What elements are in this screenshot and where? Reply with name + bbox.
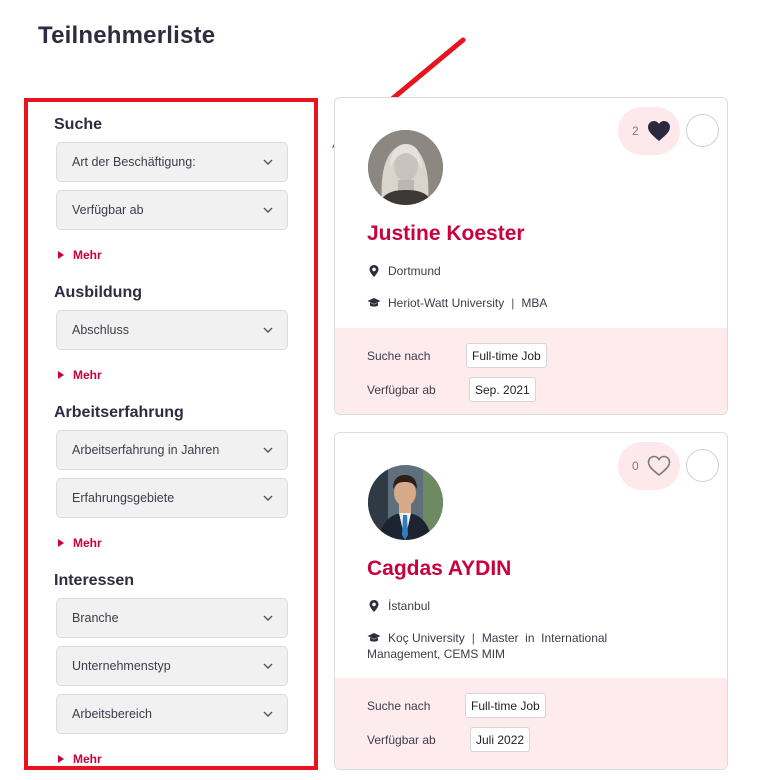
- more-label: Mehr: [73, 368, 102, 382]
- select-industry[interactable]: Branche: [56, 598, 288, 638]
- education-row: Heriot-Watt University | MBA: [367, 295, 547, 311]
- available-tag: Juli 2022: [470, 727, 531, 752]
- select-company-type[interactable]: Unternehmenstyp: [56, 646, 288, 686]
- chevron-down-icon: [263, 327, 273, 333]
- caret-right-icon: [58, 539, 64, 547]
- select-experience-areas[interactable]: Erfahrungsgebiete: [56, 478, 288, 518]
- chevron-down-icon: [263, 447, 273, 453]
- heart-filled-icon: [647, 121, 670, 141]
- university-text: Koç University: [388, 631, 465, 645]
- chevron-down-icon: [263, 159, 273, 165]
- select-label: Verfügbar ab: [72, 203, 144, 217]
- chevron-down-icon: [263, 615, 273, 621]
- select-label: Abschluss: [72, 323, 129, 337]
- select-checkbox[interactable]: [686, 449, 719, 482]
- like-count: 0: [632, 459, 639, 473]
- more-link-ausbildung[interactable]: Mehr: [58, 368, 102, 382]
- looking-for-tag: Full-time Job: [466, 343, 547, 368]
- looking-for-label: Suche nach: [367, 699, 431, 713]
- more-link-suche[interactable]: Mehr: [58, 248, 102, 262]
- degree-text: MBA: [521, 296, 548, 310]
- chevron-down-icon: [263, 711, 273, 717]
- more-label: Mehr: [73, 248, 102, 262]
- filter-sidebar: Suche Art der Beschäftigung: Verfügbar a…: [24, 98, 318, 770]
- more-label: Mehr: [73, 752, 102, 766]
- select-available-from[interactable]: Verfügbar ab: [56, 190, 288, 230]
- section-title-arbeitserfahrung: Arbeitserfahrung: [54, 404, 184, 421]
- select-degree[interactable]: Abschluss: [56, 310, 288, 350]
- location-row: Dortmund: [367, 263, 441, 279]
- select-label: Branche: [72, 611, 119, 625]
- participant-card[interactable]: 2 Justine Koester Dortmund Heriot-Watt U…: [334, 97, 728, 415]
- section-title-interessen: Interessen: [54, 572, 135, 589]
- avatar-portrait: [368, 130, 443, 205]
- location-pin-icon: [369, 600, 379, 612]
- location-row: İstanbul: [367, 598, 430, 614]
- available-label: Verfügbar ab: [367, 383, 436, 397]
- like-button[interactable]: 0: [618, 442, 680, 490]
- graduation-cap-icon: [367, 298, 381, 307]
- select-label: Arbeitserfahrung in Jahren: [72, 443, 220, 457]
- separator: |: [511, 296, 515, 310]
- avatar-portrait: [368, 465, 443, 540]
- select-label: Arbeitsbereich: [72, 707, 152, 721]
- degree-text: Master in International: [481, 631, 608, 645]
- job-preferences: Suche nach Full-time Job Verfügbar ab Ju…: [335, 678, 727, 769]
- location-text: Dortmund: [388, 264, 441, 278]
- more-link-arbeitserfahrung[interactable]: Mehr: [58, 536, 102, 550]
- job-preferences: Suche nach Full-time Job Verfügbar ab Se…: [335, 328, 727, 414]
- avatar: [368, 130, 443, 205]
- looking-for-label: Suche nach: [367, 349, 431, 363]
- degree-text-continued: Management, CEMS MIM: [367, 647, 506, 661]
- select-experience-years[interactable]: Arbeitserfahrung in Jahren: [56, 430, 288, 470]
- caret-right-icon: [58, 755, 64, 763]
- graduation-cap-icon: [367, 633, 381, 642]
- more-link-interessen[interactable]: Mehr: [58, 752, 102, 766]
- heart-outline-icon: [647, 455, 670, 477]
- separator: |: [471, 631, 475, 645]
- education-row: Koç University | Master in International: [367, 630, 707, 646]
- university-text: Heriot-Watt University: [388, 296, 505, 310]
- available-label: Verfügbar ab: [367, 733, 436, 747]
- participant-name[interactable]: Cagdas AYDIN: [367, 557, 511, 581]
- chevron-down-icon: [263, 495, 273, 501]
- education-row-continued: Management, CEMS MIM: [367, 646, 505, 662]
- section-title-suche: Suche: [54, 116, 103, 133]
- page-title: Teilnehmerliste: [38, 22, 216, 49]
- looking-for-tag: Full-time Job: [465, 693, 546, 718]
- like-count: 2: [632, 124, 639, 138]
- select-employment-type[interactable]: Art der Beschäftigung:: [56, 142, 288, 182]
- like-button[interactable]: 2: [618, 107, 680, 155]
- location-pin-icon: [369, 265, 379, 277]
- section-title-ausbildung: Ausbildung: [54, 284, 142, 301]
- location-text: İstanbul: [388, 599, 431, 613]
- select-label: Unternehmenstyp: [72, 659, 171, 673]
- caret-right-icon: [58, 371, 64, 379]
- chevron-down-icon: [263, 663, 273, 669]
- select-checkbox[interactable]: [686, 114, 719, 147]
- participant-card[interactable]: 0 Cagdas AYDIN İstanbul Koç University |…: [334, 432, 728, 770]
- select-label: Art der Beschäftigung:: [72, 155, 196, 169]
- caret-right-icon: [58, 251, 64, 259]
- participant-name[interactable]: Justine Koester: [367, 222, 525, 246]
- chevron-down-icon: [263, 207, 273, 213]
- select-work-area[interactable]: Arbeitsbereich: [56, 694, 288, 734]
- select-label: Erfahrungsgebiete: [72, 491, 175, 505]
- more-label: Mehr: [73, 536, 102, 550]
- avatar: [368, 465, 443, 540]
- available-tag: Sep. 2021: [469, 377, 536, 402]
